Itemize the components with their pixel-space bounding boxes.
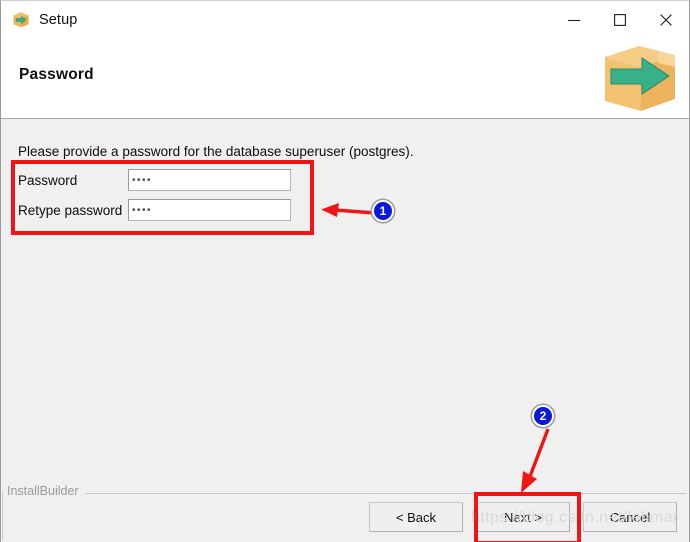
title-bar-left: Setup — [1, 1, 551, 39]
title-bar: Setup — [1, 1, 689, 39]
retype-password-field-row: Retype password — [18, 198, 291, 222]
retype-password-input[interactable] — [128, 199, 291, 221]
window-title: Setup — [39, 12, 78, 28]
password-input[interactable] — [128, 169, 291, 191]
setup-window: Setup Password Please provide a password… — [0, 0, 690, 542]
package-arrow-icon — [12, 11, 30, 29]
annotation-badge-1: 1 — [372, 200, 394, 222]
retype-password-label: Retype password — [18, 202, 123, 218]
password-field-row: Password — [18, 168, 291, 192]
instruction-text: Please provide a password for the databa… — [18, 144, 414, 159]
footer-button-group: < Back Next > Cancel — [369, 502, 677, 532]
page-title: Password — [19, 66, 94, 83]
minimize-icon[interactable] — [551, 1, 597, 39]
cancel-button[interactable]: Cancel — [583, 502, 677, 532]
footer-divider — [85, 493, 686, 494]
password-label: Password — [18, 172, 78, 188]
main-content: Please provide a password for the databa… — [1, 120, 689, 490]
package-arrow-logo — [597, 43, 683, 115]
close-icon[interactable] — [643, 1, 689, 39]
page-header: Password — [1, 39, 689, 119]
annotation-badge-2: 2 — [532, 405, 554, 427]
installbuilder-brand: InstallBuilder — [7, 484, 79, 498]
maximize-icon[interactable] — [597, 1, 643, 39]
back-button[interactable]: < Back — [369, 502, 463, 532]
footer-bar: InstallBuilder < Back Next > Cancel — [1, 484, 689, 542]
next-button[interactable]: Next > — [476, 502, 570, 532]
footer-divider-left — [2, 493, 3, 540]
